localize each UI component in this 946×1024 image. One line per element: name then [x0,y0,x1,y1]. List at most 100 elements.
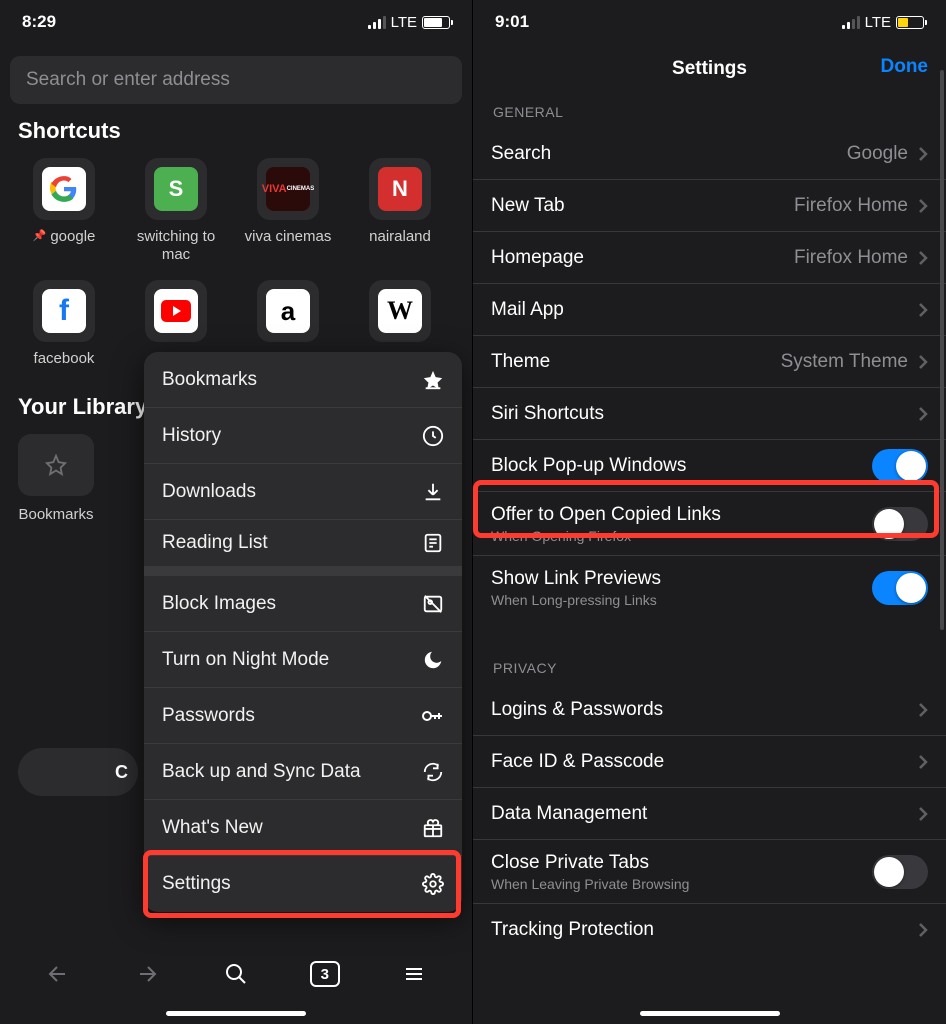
shortcut-nairaland[interactable]: N nairaland [354,158,446,264]
shortcut-label: viva cinemas [245,228,332,246]
setting-copied-links[interactable]: Offer to Open Copied Links When Opening F… [473,492,946,556]
network-label: LTE [865,14,891,31]
back-button[interactable] [36,952,80,996]
setting-search[interactable]: Search Google [473,128,946,180]
tabs-button[interactable]: 3 [303,952,347,996]
menu-label: What's New [162,817,263,839]
menu-bookmarks[interactable]: Bookmarks [144,352,462,408]
setting-label: Siri Shortcuts [491,403,604,425]
key-icon [420,705,444,727]
shortcut-label: facebook [34,350,95,368]
menu-downloads[interactable]: Downloads [144,464,462,520]
setting-label: Logins & Passwords [491,699,663,721]
close-private-toggle[interactable] [872,855,928,889]
copied-links-toggle[interactable] [872,507,928,541]
setting-label: Tracking Protection [491,919,654,941]
settings-screen: 9:01 LTE Settings Done GENERAL Search Go… [473,0,946,1024]
status-bar: 9:01 LTE [473,0,946,44]
shortcut-viva[interactable]: VIVACINEMAS viva cinemas [242,158,334,264]
menu-label: Settings [162,873,231,895]
menu-label: Block Images [162,593,276,615]
menu-label: Passwords [162,705,255,727]
search-button[interactable] [214,952,258,996]
shortcut-label: nairaland [369,228,431,246]
setting-sub: When Opening Firefox [491,528,721,544]
block-popups-toggle[interactable] [872,449,928,483]
setting-label: Mail App [491,299,564,321]
menu-backup-sync[interactable]: Back up and Sync Data [144,744,462,800]
setting-siri[interactable]: Siri Shortcuts [473,388,946,440]
menu-whats-new[interactable]: What's New [144,800,462,856]
done-button[interactable]: Done [881,56,929,78]
shortcut-google[interactable]: 📌google [18,158,110,264]
app-menu: Bookmarks History Downloads Reading List… [144,352,462,912]
signal-icon [368,16,386,29]
gift-icon [422,817,444,839]
menu-night-mode[interactable]: Turn on Night Mode [144,632,462,688]
menu-block-images[interactable]: Block Images [144,576,462,632]
home-screen: 8:29 LTE Search or enter address Shortcu… [0,0,473,1024]
library-bookmarks[interactable]: Bookmarks [18,434,94,523]
shortcuts-title: Shortcuts [0,118,472,152]
setting-data-mgmt[interactable]: Data Management [473,788,946,840]
setting-sub: When Leaving Private Browsing [491,876,689,892]
setting-logins[interactable]: Logins & Passwords [473,684,946,736]
status-time: 9:01 [495,12,529,32]
status-time: 8:29 [22,12,56,32]
settings-scroll[interactable]: GENERAL Search Google New Tab Firefox Ho… [473,94,946,1024]
setting-theme[interactable]: Theme System Theme [473,336,946,388]
chevron-right-icon [918,302,928,318]
setting-label: Show Link Previews [491,568,661,590]
menu-settings[interactable]: Settings [144,856,462,912]
chevron-right-icon [918,354,928,370]
link-previews-toggle[interactable] [872,571,928,605]
google-icon [50,175,78,203]
menu-passwords[interactable]: Passwords [144,688,462,744]
shortcut-switching[interactable]: S switching to mac [130,158,222,264]
chevron-right-icon [918,702,928,718]
star-outline-icon [45,454,67,476]
setting-label: Offer to Open Copied Links [491,504,721,526]
menu-label: Back up and Sync Data [162,761,361,783]
setting-label: Close Private Tabs [491,852,689,874]
status-right: LTE [842,14,924,31]
menu-label: History [162,425,221,447]
shortcut-facebook[interactable]: f facebook [18,280,110,368]
setting-close-private[interactable]: Close Private Tabs When Leaving Private B… [473,840,946,904]
menu-history[interactable]: History [144,408,462,464]
setting-mail-app[interactable]: Mail App [473,284,946,336]
setting-sub: When Long-pressing Links [491,592,661,608]
signal-icon [842,16,860,29]
menu-label: Turn on Night Mode [162,649,329,671]
setting-label: Homepage [491,247,584,269]
search-placeholder: Search or enter address [26,69,230,91]
menu-label: Reading List [162,532,268,554]
setting-block-popups[interactable]: Block Pop-up Windows [473,440,946,492]
gear-icon [422,873,444,895]
reading-list-icon [422,532,444,554]
setting-tracking[interactable]: Tracking Protection [473,904,946,956]
battery-icon [422,16,450,29]
forward-button[interactable] [125,952,169,996]
library-label: Bookmarks [18,506,93,523]
search-input[interactable]: Search or enter address [10,56,462,104]
chevron-right-icon [918,922,928,938]
setting-faceid[interactable]: Face ID & Passcode [473,736,946,788]
partial-pill: C [18,748,138,796]
setting-new-tab[interactable]: New Tab Firefox Home [473,180,946,232]
battery-icon [896,16,924,29]
menu-reading-list[interactable]: Reading List [144,520,462,576]
chevron-right-icon [918,806,928,822]
privacy-header: PRIVACY [473,650,946,684]
shortcut-grid: 📌google S switching to mac VIVACINEMAS v… [0,152,472,274]
pin-icon: 📌 [33,230,47,243]
moon-icon [422,649,444,671]
nav-bar: Settings Done [473,44,946,94]
chevron-right-icon [918,406,928,422]
menu-button[interactable] [392,952,436,996]
network-label: LTE [391,14,417,31]
menu-label: Downloads [162,481,256,503]
setting-link-previews[interactable]: Show Link Previews When Long-pressing Lin… [473,556,946,620]
scrollbar[interactable] [940,70,944,630]
setting-homepage[interactable]: Homepage Firefox Home [473,232,946,284]
